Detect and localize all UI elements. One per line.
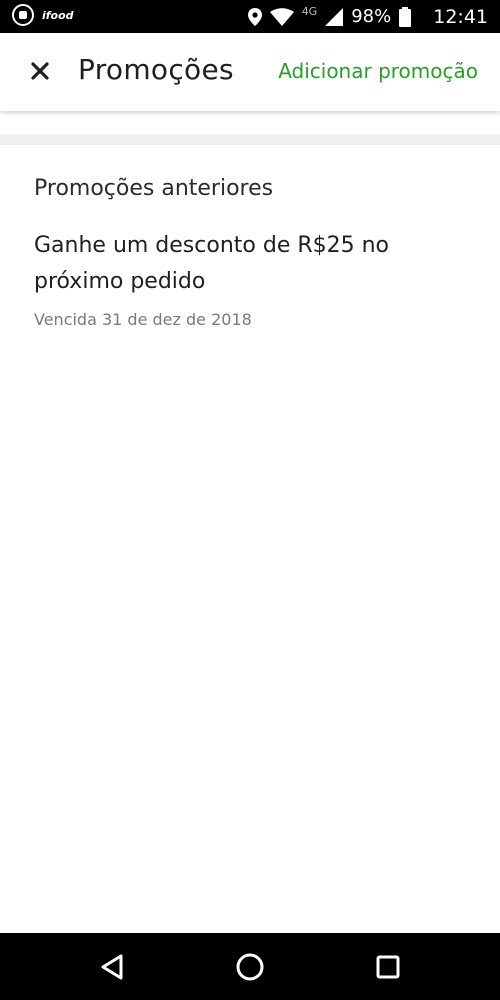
close-icon (31, 62, 49, 80)
status-bar: ifood 4G 98% 12:41 (0, 0, 500, 33)
home-icon (236, 953, 264, 981)
promo-list-item: Ganhe um desconto de R$25 no próximo ped… (34, 228, 464, 329)
close-button[interactable] (22, 53, 58, 89)
promotions-screen: ifood 4G 98% 12:41 Promoções Adicionar p… (0, 0, 500, 1000)
battery-icon (399, 6, 412, 27)
whatsapp-icon (12, 4, 34, 26)
app-notification-icon: ifood (42, 8, 74, 22)
status-bar-right: 4G 98% 12:41 (247, 0, 488, 33)
promo-title: Ganhe um desconto de R$25 no próximo ped… (34, 233, 390, 294)
battery-percent: 98% (351, 6, 392, 27)
wifi-icon (269, 7, 294, 26)
status-bar-left: ifood (12, 4, 74, 26)
home-button[interactable] (230, 947, 270, 987)
location-icon (247, 7, 262, 26)
recents-icon (376, 955, 400, 979)
app-bar: Promoções Adicionar promoção (0, 33, 500, 111)
clock: 12:41 (433, 5, 488, 28)
network-type-label: 4G (301, 5, 318, 18)
promo-expiry: Vencida 31 de dez de 2018 (34, 310, 252, 329)
recents-button[interactable] (368, 947, 408, 987)
back-button[interactable] (92, 947, 132, 987)
add-promotion-button[interactable]: Adicionar promoção (278, 59, 478, 83)
past-promotions-header: Promoções anteriores (34, 176, 274, 201)
signal-icon (325, 7, 344, 26)
back-icon (101, 954, 123, 980)
system-nav-bar (0, 933, 500, 1000)
page-title: Promoções (78, 53, 234, 86)
section-divider (0, 134, 500, 145)
